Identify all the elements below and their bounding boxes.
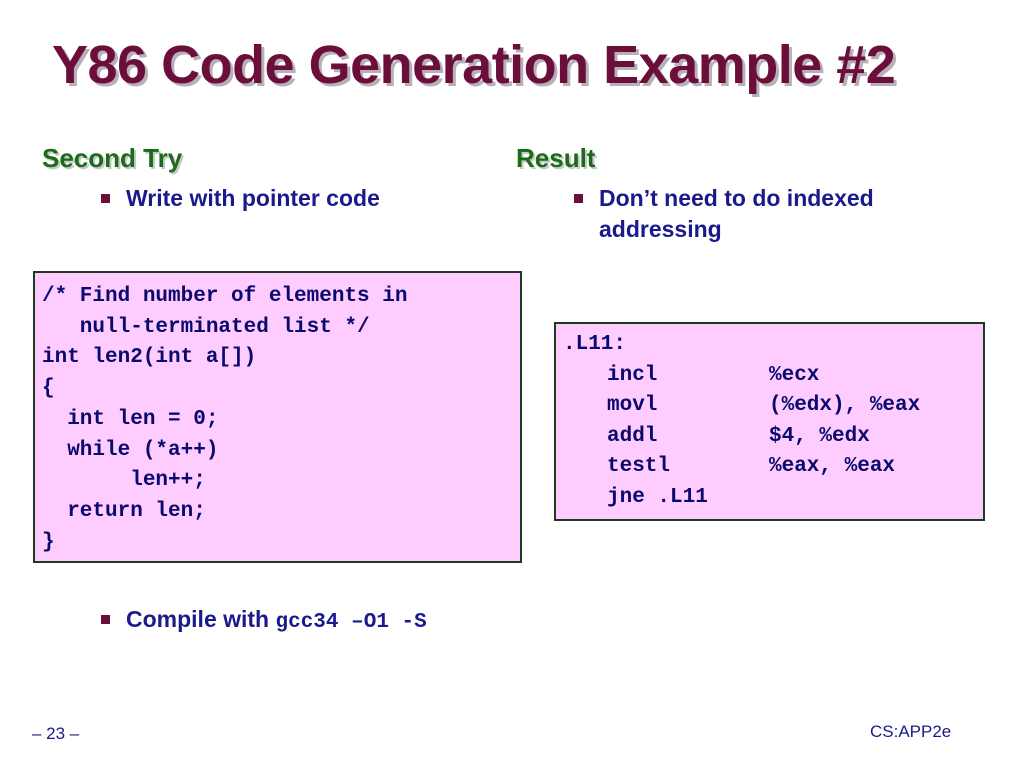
code-line: null-terminated list */: [42, 315, 370, 339]
asm-operands: %ecx: [769, 363, 820, 387]
code-line: len++;: [42, 469, 206, 493]
asm-operands: $4, %edx: [769, 424, 870, 448]
asm-opcode: addl: [607, 424, 658, 448]
asm-opcode: movl: [607, 394, 658, 417]
right-bullet-line2: addressing: [599, 216, 722, 242]
asm-instructions: incl %ecx movl (%edx), %eax addl $4, %edx test…: [563, 364, 983, 517]
code-line: int len2(int a[]): [42, 346, 257, 370]
code-line: {: [42, 377, 55, 401]
asm-label: .L11:: [563, 333, 627, 356]
code-line: int len = 0;: [42, 407, 219, 431]
c-code-listing: /* Find number of elements in null-termi…: [42, 282, 520, 558]
left-bullet-pointer-code: Write with pointer code: [101, 183, 380, 214]
bullet-square-icon: [101, 194, 110, 203]
compile-text: Compile with: [126, 606, 276, 632]
asm-operands: %eax, %eax: [769, 455, 896, 478]
page-number: – 23 –: [32, 724, 80, 743]
c-code-box: /* Find number of elements in null-termi…: [33, 271, 522, 563]
right-heading: Result: [516, 143, 596, 173]
asm-instruction-row: incl %ecx: [563, 364, 983, 395]
code-line: return len;: [42, 499, 206, 523]
compile-command: gcc34 –O1 -S: [275, 611, 427, 634]
course-label: CS:APP2e: [870, 722, 952, 741]
left-bullet-compile: Compile with gcc34 –O1 -S: [101, 604, 427, 638]
code-line: }: [42, 530, 55, 554]
asm-opcode: testl: [607, 455, 671, 478]
asm-operands: (%edx), %eax: [769, 394, 921, 417]
asm-opcode: jne .L11: [607, 485, 708, 509]
asm-instruction-row: addl $4, %edx: [563, 425, 983, 456]
asm-opcode: incl: [607, 363, 658, 387]
code-line: /* Find number of elements in: [42, 285, 408, 308]
asm-label-row: .L11:: [563, 333, 983, 364]
slide-title: Y86 Code Generation Example #2: [52, 35, 896, 95]
bullet-square-icon: [574, 194, 583, 203]
right-bullet-indexed: Don’t need to do indexed addressing: [574, 183, 874, 245]
asm-code-box: .L11: incl %ecx movl (%edx), %eax addl $4, %e…: [554, 322, 985, 521]
left-heading: Second Try: [42, 143, 183, 173]
asm-instruction-row: jne .L11: [563, 486, 983, 517]
asm-instruction-row: testl %eax, %eax: [563, 455, 983, 486]
right-bullet-line1: Don’t need to do indexed: [599, 185, 874, 211]
code-line: while (*a++): [42, 438, 219, 462]
bullet-square-icon: [101, 615, 110, 624]
asm-instruction-row: movl (%edx), %eax: [563, 394, 983, 425]
left-bullet-text: Write with pointer code: [126, 185, 380, 211]
